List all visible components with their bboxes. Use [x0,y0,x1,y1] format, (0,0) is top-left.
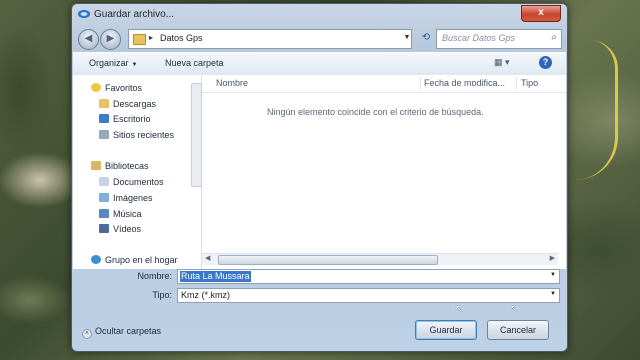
back-arrow-icon: ◀ [84,33,93,44]
file-list: Nombre Fecha de modifica... Tipo Ningún … [202,75,566,269]
folder-icon [133,34,146,45]
refresh-button[interactable]: ⟲ [418,29,434,47]
search-input[interactable]: Buscar Datos Gps ⌕ [436,29,562,49]
sidebar-item-downloads[interactable]: Descargas [99,99,156,113]
address-bar[interactable]: ▸ Datos Gps [128,29,412,49]
filename-label: Nombre: [137,271,172,281]
sidebar-item-label: Sitios recientes [113,130,175,140]
sidebar-item-label: Descargas [113,99,157,109]
horizontal-scrollbar[interactable]: ◀ ▶ [202,253,558,265]
mouse-cursor-icon: ↖ [455,304,464,315]
hide-folders-label: Ocultar carpetas [95,326,162,336]
chevron-down-icon[interactable]: ▼ [550,272,556,278]
search-icon[interactable]: ⌕ [551,32,557,43]
chevron-down-icon: ▼ [403,34,411,41]
filename-field[interactable]: Ruta La Mussara ▼ [177,269,560,284]
sidebar-item-desktop[interactable]: Escritorio [99,114,151,128]
column-type[interactable]: Tipo [521,78,538,88]
address-dropdown-button[interactable]: ▼ [400,29,414,47]
sidebar-item-homegroup[interactable]: Grupo en el hogar [91,255,178,269]
sidebar-item-label: Imágenes [113,193,153,203]
column-divider[interactable] [516,77,517,90]
mouse-cursor-icon: ↖ [510,304,519,315]
column-header-row: Nombre Fecha de modifica... Tipo [202,75,566,93]
videos-icon [99,224,109,233]
filename-value: Ruta La Mussara [180,271,251,282]
column-date[interactable]: Fecha de modifica... [424,78,505,88]
desktop-icon [99,114,109,123]
filetype-select[interactable]: Kmz (*.kmz) ▼ [177,288,560,303]
chevron-up-icon: ˄ [82,329,92,339]
recent-places-icon [99,130,109,139]
empty-list-message: Ningún elemento coincide con el criterio… [267,107,484,117]
scrollbar-thumb[interactable] [218,255,438,265]
forward-button[interactable]: ▶ [100,29,121,50]
scroll-left-icon[interactable]: ◀ [205,254,210,262]
command-bar: Organizar ▼ Nueva carpeta ▦ ▾ ? [73,52,566,76]
pictures-icon [99,193,109,202]
help-icon[interactable]: ? [539,56,552,69]
forward-arrow-icon: ▶ [106,33,115,44]
sidebar-item-recent[interactable]: Sitios recientes [99,130,174,144]
sidebar-item-label: Bibliotecas [105,161,149,171]
organize-label: Organizar [89,58,129,68]
star-icon [91,83,101,92]
navigation-row: ◀ ▶ ▸ Datos Gps ▼ ⟲ Buscar Datos Gps ⌕ [78,28,562,50]
sidebar-item-label: Vídeos [113,224,142,234]
scroll-right-icon[interactable]: ▶ [550,254,555,262]
homegroup-icon [91,255,101,264]
breadcrumb[interactable]: Datos Gps [160,33,203,43]
sidebar-item-videos[interactable]: Vídeos [99,224,141,238]
sidebar-item-label: Grupo en el hogar [105,255,178,265]
sidebar-item-images[interactable]: Imágenes [99,193,153,207]
window-title: Guardar archivo... [94,9,175,20]
save-file-dialog: Guardar archivo... x ◀ ▶ ▸ Datos Gps ▼ ⟲… [71,3,568,352]
title-bar[interactable]: Guardar archivo... x [72,4,567,26]
sidebar-item-favorites[interactable]: Favoritos [91,83,142,97]
chevron-down-icon: ▼ [131,62,138,68]
view-icon: ▦ ▾ [494,57,510,67]
sidebar-item-label: Documentos [113,177,164,187]
filetype-label: Tipo: [152,290,172,300]
column-divider[interactable] [420,77,421,90]
back-button[interactable]: ◀ [78,29,99,50]
sidebar-item-libraries[interactable]: Bibliotecas [91,161,149,175]
new-folder-button[interactable]: Nueva carpeta [165,58,224,68]
sidebar-item-label: Música [113,209,142,219]
navigation-scrollbar[interactable] [191,83,202,187]
cancel-button[interactable]: Cancelar [487,320,549,340]
view-button[interactable]: ▦ ▾ [494,57,522,69]
google-earth-icon [78,10,90,18]
breadcrumb-separator: ▸ [149,33,154,42]
search-placeholder: Buscar Datos Gps [442,33,516,43]
refresh-icon: ⟲ [421,32,431,43]
sidebar-item-label: Favoritos [105,83,143,93]
chevron-down-icon[interactable]: ▼ [550,291,556,297]
map-road [575,40,618,180]
music-icon [99,209,109,218]
organize-menu[interactable]: Organizar ▼ [89,58,137,68]
navigation-pane: Favoritos Descargas Escritorio Sitios re… [73,75,202,269]
download-folder-icon [99,99,109,108]
hide-folders-toggle[interactable]: ˄ Ocultar carpetas [82,326,161,339]
sidebar-item-music[interactable]: Música [99,209,142,223]
column-name[interactable]: Nombre [216,78,248,88]
library-icon [91,161,101,170]
close-button[interactable]: x [521,5,561,22]
filetype-value: Kmz (*.kmz) [181,290,230,300]
sidebar-item-documents[interactable]: Documentos [99,177,164,191]
save-button[interactable]: Guardar [415,320,477,340]
documents-icon [99,177,109,186]
sidebar-item-label: Escritorio [113,114,151,124]
